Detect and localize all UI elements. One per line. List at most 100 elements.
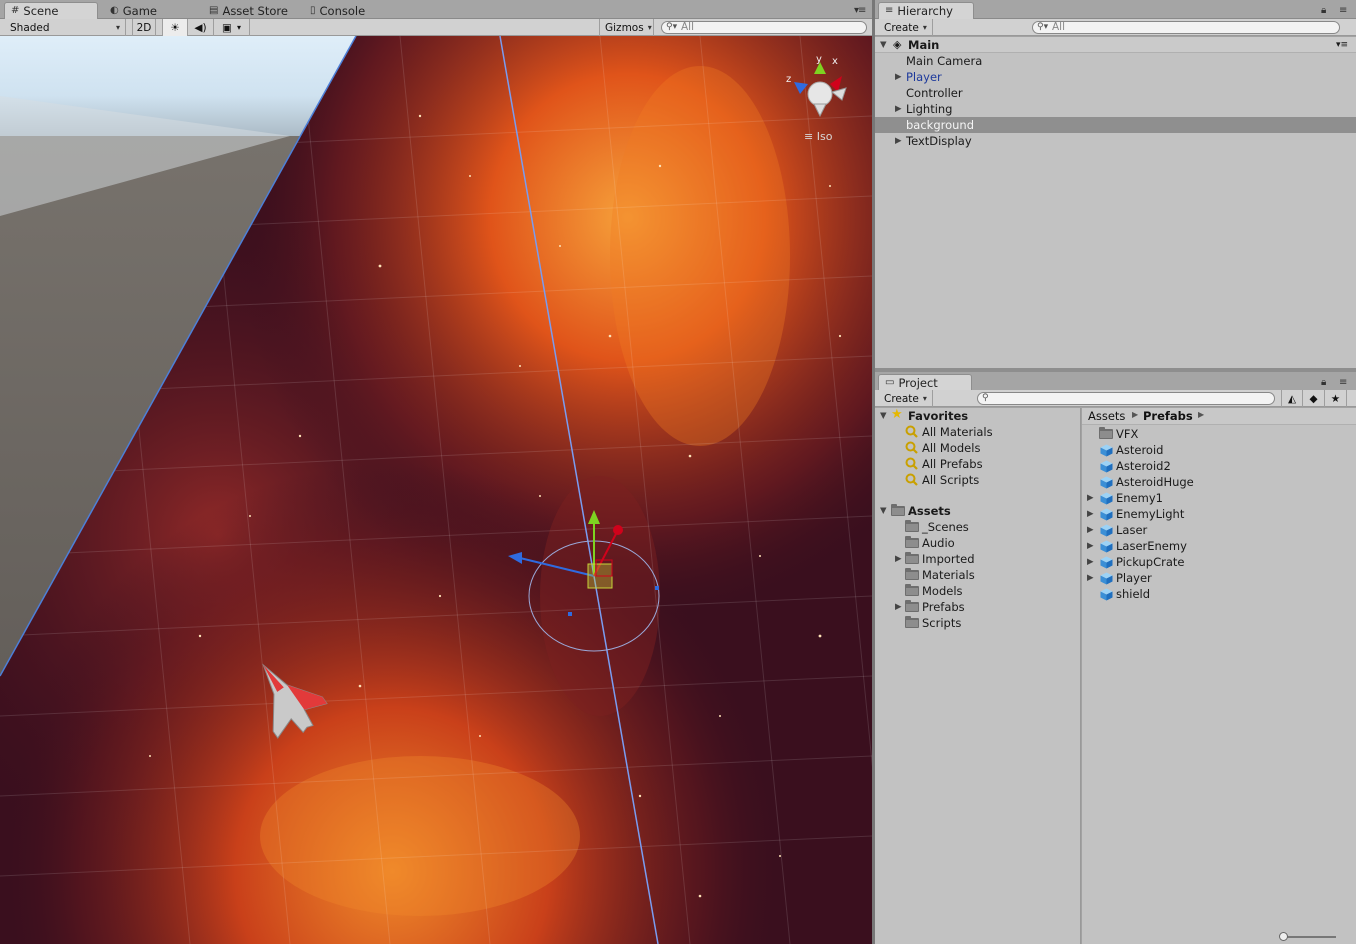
tab-asset-store[interactable]: ▤ Asset Store: [203, 2, 296, 19]
asset-folder-item[interactable]: Models: [875, 583, 1080, 599]
projection-toggle[interactable]: ≡ Iso: [804, 130, 832, 143]
hierarchy-create-dropdown[interactable]: Create: [879, 19, 933, 36]
toggle-2d-button[interactable]: 2D: [132, 19, 156, 36]
tab-game[interactable]: ◐ Game: [104, 2, 165, 19]
hierarchy-item[interactable]: ▶ Lighting: [875, 101, 1356, 117]
asset-item-label: LaserEnemy: [1116, 539, 1187, 553]
filter-by-type-button[interactable]: ◭: [1281, 390, 1303, 407]
asset-folder-item[interactable]: ▶ Prefabs: [875, 599, 1080, 615]
favorite-item[interactable]: All Models: [875, 440, 1080, 456]
saved-search-icon: [905, 457, 918, 470]
tag-icon: ◆: [1309, 392, 1318, 405]
tab-scene[interactable]: # Scene: [4, 2, 98, 19]
favorite-button[interactable]: ★: [1325, 390, 1347, 407]
gizmos-dropdown[interactable]: Gizmos: [599, 19, 654, 36]
scene-root-row[interactable]: ▼ ◈ Main ▾≡: [875, 37, 1356, 53]
favorite-item[interactable]: All Scripts: [875, 472, 1080, 488]
favorite-item[interactable]: All Prefabs: [875, 456, 1080, 472]
scene-canvas[interactable]: y x z: [0, 36, 872, 944]
breadcrumb-assets[interactable]: Assets: [1088, 409, 1125, 423]
breadcrumb-separator-icon: ▶: [1132, 410, 1139, 419]
prefab-cube-icon: [1100, 492, 1113, 505]
scene-search-input[interactable]: ⚲▾ All: [661, 21, 867, 34]
hierarchy-item[interactable]: ▶ Player: [875, 69, 1356, 85]
sun-icon: ☀: [170, 21, 180, 34]
asset-item[interactable]: ▶ PickupCrate: [1082, 554, 1356, 570]
breadcrumb-prefabs[interactable]: Prefabs: [1143, 409, 1193, 423]
hierarchy-item-label: Main Camera: [906, 54, 983, 68]
scene-name: Main: [908, 38, 940, 52]
asset-item[interactable]: VFX: [1082, 426, 1356, 442]
expand-triangle-icon[interactable]: ▶: [895, 101, 902, 117]
star-icon: ★: [1330, 392, 1341, 405]
expand-triangle-icon[interactable]: ▶: [1087, 490, 1094, 506]
asset-folder-item[interactable]: Scripts: [875, 615, 1080, 631]
panel-menu-icon[interactable]: ▾≡: [854, 5, 866, 16]
asset-item[interactable]: ▶ LaserEnemy: [1082, 538, 1356, 554]
hierarchy-item[interactable]: Main Camera: [875, 53, 1356, 69]
expand-triangle-icon[interactable]: ▶: [1087, 522, 1094, 538]
asset-folder-item[interactable]: Audio: [875, 535, 1080, 551]
asset-item[interactable]: shield: [1082, 586, 1356, 602]
star-icon: ★: [891, 407, 903, 422]
hierarchy-toolbar: Create ⚲▾ All: [875, 19, 1356, 36]
expand-triangle-icon[interactable]: ▶: [895, 69, 902, 85]
project-create-dropdown[interactable]: Create: [879, 390, 933, 407]
icon-size-slider[interactable]: [1279, 932, 1336, 941]
hierarchy-item[interactable]: Controller: [875, 85, 1356, 101]
slider-handle[interactable]: [1279, 932, 1288, 941]
tab-project[interactable]: ▭ Project: [878, 374, 972, 391]
asset-item[interactable]: ▶ EnemyLight: [1082, 506, 1356, 522]
asset-item[interactable]: ▶ Laser: [1082, 522, 1356, 538]
scene-menu-icon[interactable]: ▾≡: [1336, 37, 1348, 53]
favorite-item[interactable]: All Materials: [875, 424, 1080, 440]
scene-view[interactable]: y x z ≡ Iso: [0, 36, 872, 944]
expand-triangle-icon[interactable]: ▶: [895, 551, 902, 567]
expand-triangle-icon[interactable]: ▶: [1087, 570, 1094, 586]
favorites-header[interactable]: ▼ ★ Favorites: [875, 407, 1080, 424]
hierarchy-item-label: TextDisplay: [906, 134, 972, 148]
hierarchy-search-input[interactable]: ⚲▾ All: [1032, 21, 1340, 34]
lock-icon[interactable]: 🔒︎: [1321, 5, 1326, 16]
asset-item[interactable]: Asteroid: [1082, 442, 1356, 458]
asset-item[interactable]: AsteroidHuge: [1082, 474, 1356, 490]
panel-menu-icon[interactable]: ≡: [1339, 377, 1347, 388]
lighting-toggle[interactable]: ☀: [162, 19, 188, 36]
favorites-label: Favorites: [908, 409, 969, 423]
expand-triangle-icon[interactable]: ▶: [895, 133, 902, 149]
expand-triangle-icon[interactable]: ▼: [880, 37, 887, 53]
asset-folder-item[interactable]: Materials: [875, 567, 1080, 583]
tab-hierarchy[interactable]: ≡ Hierarchy: [878, 2, 974, 19]
hierarchy-item[interactable]: ▶ TextDisplay: [875, 133, 1356, 149]
expand-triangle-icon[interactable]: ▶: [1087, 554, 1094, 570]
effects-dropdown[interactable]: ▣ ▾: [214, 19, 250, 36]
folder-icon: [905, 552, 919, 564]
expand-triangle-icon[interactable]: ▶: [895, 599, 902, 615]
audio-toggle[interactable]: ◀): [188, 19, 214, 36]
asset-item[interactable]: ▶ Player: [1082, 570, 1356, 586]
shading-mode-dropdown[interactable]: Shaded: [0, 19, 126, 36]
prefab-cube-icon: [1100, 540, 1113, 553]
folder-icon: [905, 536, 919, 548]
tab-console[interactable]: ▯ Console: [304, 2, 373, 19]
asset-item[interactable]: ▶ Enemy1: [1082, 490, 1356, 506]
filter-by-label-button[interactable]: ◆: [1303, 390, 1325, 407]
asset-folder-item[interactable]: ▶ Imported: [875, 551, 1080, 567]
assets-header[interactable]: ▼ Assets: [875, 503, 1080, 519]
prefab-cube-icon: [1100, 588, 1113, 601]
expand-triangle-icon[interactable]: ▶: [1087, 538, 1094, 554]
tab-scene-label: Scene: [23, 4, 59, 18]
hierarchy-item-label: background: [906, 118, 975, 132]
prefab-cube-icon: [1100, 572, 1113, 585]
expand-triangle-icon[interactable]: ▼: [880, 408, 887, 424]
project-search-input[interactable]: ⚲: [977, 392, 1275, 405]
hierarchy-item[interactable]: background: [875, 117, 1356, 133]
asset-item[interactable]: Asteroid2: [1082, 458, 1356, 474]
lock-icon[interactable]: 🔒︎: [1321, 377, 1326, 388]
list-icon: ≡: [885, 5, 894, 16]
expand-triangle-icon[interactable]: ▼: [880, 503, 887, 519]
panel-menu-icon[interactable]: ≡: [1339, 5, 1347, 16]
asset-folder-item[interactable]: _Scenes: [875, 519, 1080, 535]
expand-triangle-icon[interactable]: ▶: [1087, 506, 1094, 522]
hierarchy-create-label: Create: [884, 21, 919, 34]
